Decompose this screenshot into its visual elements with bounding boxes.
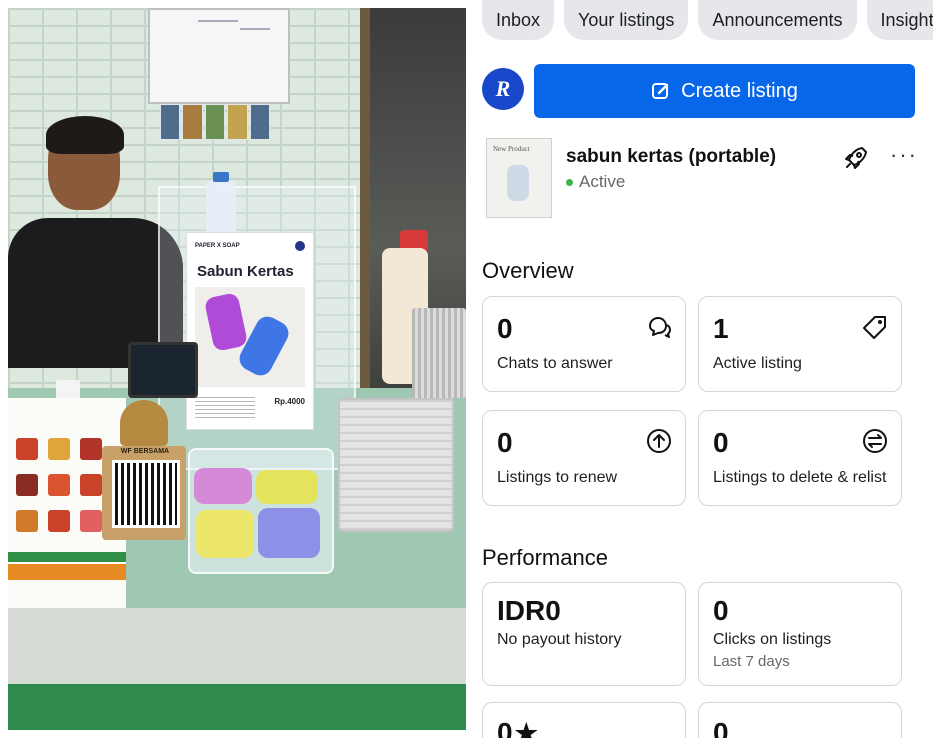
wooden-pole: [360, 8, 370, 408]
card-value: 0: [497, 313, 513, 344]
purple-soap-case: [203, 292, 249, 352]
avatar[interactable]: R: [482, 68, 524, 110]
pink-soap: [194, 468, 252, 504]
card-label: No payout history: [497, 631, 622, 648]
marketplace-panel: Inbox Your listings Announcements Insigh…: [470, 0, 933, 738]
qr-label: WF BERSAMA: [120, 448, 170, 455]
card-label: Listings to renew: [497, 469, 618, 486]
tab-announcements[interactable]: Announcements: [698, 0, 857, 40]
listings-to-relist-card[interactable]: 0 Listings to delete & relist: [698, 410, 902, 506]
tablet-device: [128, 342, 198, 398]
card-label: Listings to delete & relist: [713, 469, 887, 486]
flyer-stripe: [8, 552, 126, 562]
card-value: IDR0: [497, 595, 561, 626]
card-value: 0: [713, 595, 729, 626]
thumbnail-product: [507, 165, 529, 201]
edit-icon: [652, 83, 669, 99]
create-listing-label: Create listing: [681, 79, 798, 102]
chat-icon: [649, 317, 671, 338]
relist-icon: [863, 429, 887, 453]
bottle-cap: [213, 172, 229, 182]
listings-to-renew-card[interactable]: 0 Listings to renew: [482, 410, 686, 506]
product-poster: PAPER X SOAP Sabun Kertas Rp.4000: [186, 232, 314, 430]
product-photo: PAPER X SOAP Sabun Kertas Rp.4000 WF BER…: [8, 8, 466, 730]
table-base: [8, 684, 466, 730]
tab-bar: Inbox Your listings Announcements Insigh…: [482, 0, 933, 44]
active-listing-card[interactable]: 1 Active listing: [698, 296, 902, 392]
poster-image: [195, 287, 305, 387]
create-listing-button[interactable]: Create listing: [534, 64, 915, 118]
card-label: Chats to answer: [497, 355, 613, 372]
poster-price: Rp.4000: [274, 397, 305, 406]
poster-brand: PAPER X SOAP: [195, 243, 240, 249]
postcards: [160, 104, 271, 140]
card-value: 0: [713, 427, 729, 458]
card-value: 0: [713, 717, 729, 738]
overview-heading: Overview: [482, 258, 574, 283]
straw-cup: [412, 308, 466, 398]
star-icon: ★: [514, 718, 538, 738]
card-value: 0: [497, 427, 513, 458]
status-dot-icon: [566, 178, 573, 186]
card-value: 0★: [497, 717, 538, 738]
tag-icon: [863, 316, 886, 339]
performance-heading: Performance: [482, 545, 608, 570]
clicks-on-listings-card[interactable]: 0 Clicks on listings Last 7 days: [698, 582, 902, 686]
yellow-soap: [196, 510, 254, 558]
lavender-soap: [258, 508, 320, 558]
card-sublabel: Last 7 days: [713, 653, 790, 670]
listing-title[interactable]: sabun kertas (portable): [566, 146, 776, 168]
status-label: Active: [579, 172, 626, 191]
tab-insights[interactable]: Insights: [866, 0, 933, 40]
thumbnail-text: New Product: [493, 145, 530, 153]
whiteboard: [148, 8, 290, 104]
avatar-logo: R: [495, 76, 511, 101]
renew-arrow-icon: [647, 429, 671, 453]
whiteboard-writing: [240, 28, 270, 30]
rating-value: 0: [497, 717, 513, 738]
more-options-icon[interactable]: ···: [890, 142, 918, 168]
tab-inbox[interactable]: Inbox: [482, 0, 555, 40]
card-value: 1: [713, 313, 729, 344]
card-label: Clicks on listings: [713, 631, 832, 648]
poster-title: Sabun Kertas: [197, 263, 294, 280]
poster-logo: [295, 241, 305, 251]
blue-soap-case: [235, 312, 293, 380]
payout-card[interactable]: IDR0 No payout history: [482, 582, 686, 686]
tissue-box: [338, 398, 454, 532]
person-hair: [46, 116, 124, 154]
rating-card[interactable]: 0★: [482, 702, 686, 738]
yellow-soap: [256, 470, 318, 504]
qr-code: [112, 460, 180, 528]
rocket-icon[interactable]: [842, 144, 870, 172]
whiteboard-writing: [198, 20, 238, 22]
listing-item[interactable]: New Product sabun kertas (portable) Acti…: [486, 138, 926, 220]
listing-status: Active: [566, 172, 625, 192]
logo-stand: [120, 400, 168, 446]
stat-card[interactable]: 0: [698, 702, 902, 738]
chats-to-answer-card[interactable]: 0 Chats to answer: [482, 296, 686, 392]
card-label: Active listing: [713, 355, 802, 372]
tab-your-listings[interactable]: Your listings: [564, 0, 689, 40]
listing-thumbnail[interactable]: New Product: [486, 138, 552, 218]
flyer-stripe: [8, 564, 126, 580]
poster-text-lines: [195, 397, 255, 419]
